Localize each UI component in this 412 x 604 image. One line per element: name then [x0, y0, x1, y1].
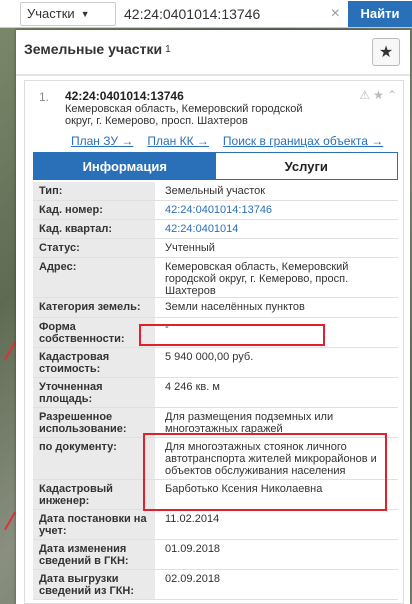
chevron-down-icon: ▼	[80, 8, 90, 19]
close-icon[interactable]: ×	[331, 5, 340, 23]
plan-links: План ЗУ → План КК → Поиск в границах объ…	[71, 134, 383, 148]
table-row: Кад. номер: 42:24:0401014:13746	[33, 201, 398, 220]
card-tabs: Информация Услуги	[33, 152, 398, 180]
field-value: Кемеровская область, Кемеровский городск…	[165, 261, 349, 297]
field-value: 11.02.2014	[165, 513, 220, 525]
chevron-up-icon[interactable]: ⌃	[387, 88, 397, 102]
top-search-bar: Участки ▼ 42:24:0401014:13746 × Найти	[0, 0, 412, 28]
field-label: Статус:	[33, 239, 155, 257]
plan-zu-link[interactable]: План ЗУ →	[71, 134, 133, 148]
field-label: Категория земель:	[33, 298, 155, 317]
field-value: Учтенный	[165, 242, 215, 254]
search-input[interactable]: 42:24:0401014:13746 ×	[116, 2, 348, 26]
field-label: Кад. номер:	[33, 201, 155, 219]
table-row: Тип: Земельный участок	[33, 182, 398, 201]
panel-title: Земельные участки	[24, 41, 163, 57]
panel-header: Земельные участки 1	[16, 30, 410, 68]
divider	[16, 74, 410, 76]
plan-kk-link[interactable]: План КК →	[147, 134, 209, 148]
result-count: 1	[165, 43, 171, 55]
cad-number-link[interactable]: 42:24:0401014:13746	[155, 201, 398, 219]
field-label: Адрес:	[33, 258, 155, 297]
info-table: Тип: Земельный участок Кад. номер: 42:24:0…	[33, 182, 398, 600]
field-label: Уточненная площадь:	[33, 378, 155, 407]
field-value: 02.09.2018	[165, 573, 221, 585]
table-row: Статус: Учтенный	[33, 239, 398, 258]
tab-info[interactable]: Информация	[34, 153, 216, 179]
field-label: Кадастровая стоимость:	[33, 348, 155, 377]
table-row: Категория земель: Земли населённых пункто…	[33, 298, 398, 318]
field-label: по документу:	[33, 438, 155, 479]
result-card: 1. 42:24:0401014:13746 Кемеровская облас…	[24, 80, 404, 604]
table-row: Дата выгрузки сведений из ГКН: 02.09.2018	[33, 570, 398, 600]
field-value: 5 940 000,00 руб.	[165, 351, 254, 363]
search-type-select[interactable]: Участки ▼	[20, 1, 116, 26]
field-label: Дата постановки на учет:	[33, 510, 155, 539]
field-value: Земельный участок	[165, 185, 266, 197]
field-value: 01.09.2018	[165, 543, 221, 555]
table-row: Кадастровая стоимость: 5 940 000,00 руб.	[33, 348, 398, 378]
warning-icon[interactable]: ⚠	[359, 88, 370, 102]
field-value: Земли населённых пунктов	[165, 301, 305, 313]
search-type-label: Участки	[27, 6, 75, 21]
table-row: Уточненная площадь: 4 246 кв. м	[33, 378, 398, 408]
card-actions: ⚠ ★ ⌃	[359, 88, 397, 102]
field-label: Тип:	[33, 182, 155, 200]
field-label: Кадастровый инженер:	[33, 480, 155, 509]
search-in-bounds-link[interactable]: Поиск в границах объекта →	[223, 134, 383, 148]
table-row: Кад. квартал: 42:24:0401014	[33, 220, 398, 239]
field-label: Форма собственности:	[33, 318, 155, 347]
result-cad-number: 42:24:0401014:13746	[65, 89, 184, 103]
table-row: Дата изменения сведений в ГКН: 01.09.2018	[33, 540, 398, 570]
field-label: Разрешенное использование:	[33, 408, 155, 437]
search-input-value: 42:24:0401014:13746	[124, 5, 261, 22]
results-panel: Земельные участки 1 ★ 1. 42:24:0401014:13…	[16, 30, 410, 604]
field-value: 4 246 кв. м	[165, 381, 220, 393]
field-label: Дата изменения сведений в ГКН:	[33, 540, 155, 569]
highlight-permitted-use	[143, 433, 387, 511]
star-icon[interactable]: ★	[373, 88, 384, 102]
table-row: Дата постановки на учет: 11.02.2014	[33, 510, 398, 540]
result-index: 1.	[39, 90, 50, 104]
find-button[interactable]: Найти	[348, 0, 412, 27]
highlight-land-category	[139, 324, 325, 346]
table-row: Адрес: Кемеровская область, Кемеровский г…	[33, 258, 398, 298]
favorite-button[interactable]: ★	[372, 38, 400, 66]
field-label: Дата выгрузки сведений из ГКН:	[33, 570, 155, 599]
field-label: Кад. квартал:	[33, 220, 155, 238]
star-icon: ★	[378, 44, 394, 61]
result-address: Кемеровская область, Кемеровский городск…	[65, 103, 303, 127]
cad-quarter-link[interactable]: 42:24:0401014	[155, 220, 398, 238]
tab-services[interactable]: Услуги	[215, 153, 397, 179]
